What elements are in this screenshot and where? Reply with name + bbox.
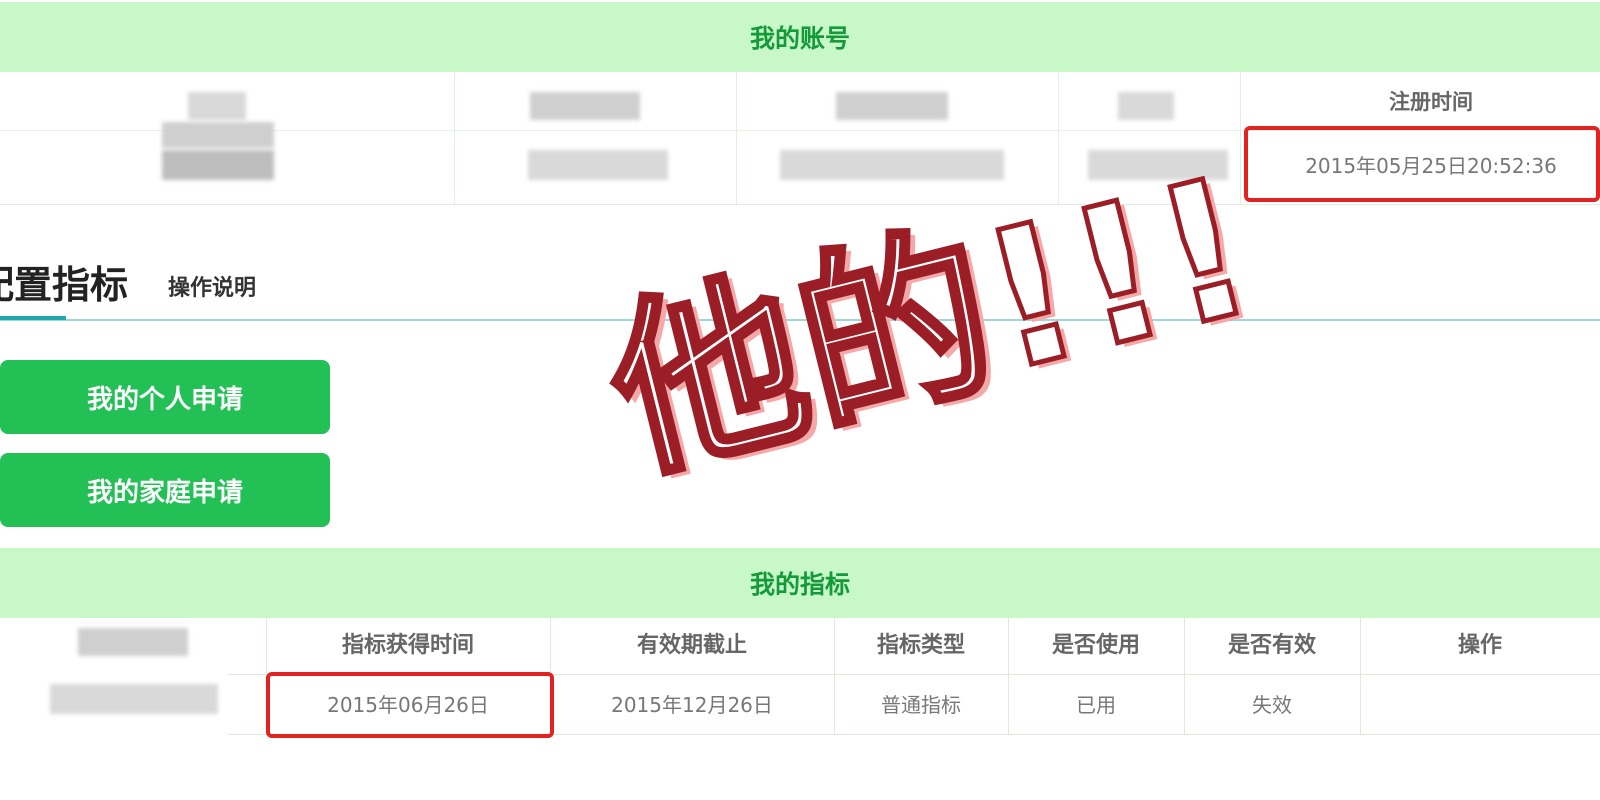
register-time-highlight — [1244, 126, 1600, 202]
account-column-divider — [736, 72, 737, 204]
mosaic-redaction — [78, 628, 188, 656]
mosaic-redaction — [836, 92, 948, 120]
obtained-time-highlight — [266, 672, 554, 738]
cell-actions[interactable] — [1360, 676, 1600, 734]
account-column-divider — [1240, 72, 1241, 204]
active-tab-indicator — [0, 316, 66, 320]
cell-expiry: 2015年12月26日 — [611, 693, 773, 717]
mosaic-redaction — [162, 150, 274, 180]
column-header-expiry: 有效期截止 — [636, 633, 747, 658]
mosaic-redaction — [162, 122, 274, 148]
account-section-header: 我的账号 — [0, 2, 1600, 72]
cell-valid: 失效 — [1252, 693, 1292, 717]
tab-config-quota[interactable]: 配置指标 — [0, 254, 128, 309]
column-header-used: 是否使用 — [1051, 633, 1140, 658]
cell-used: 已用 — [1076, 693, 1116, 717]
column-header-obtained-time: 指标获得时间 — [341, 633, 474, 658]
cell-quota-type: 普通指标 — [881, 693, 961, 717]
tab-instructions[interactable]: 操作说明 — [168, 270, 256, 302]
my-family-application-button[interactable]: 我的家庭申请 — [0, 453, 330, 527]
column-header-actions: 操作 — [1457, 633, 1502, 658]
my-personal-application-button[interactable]: 我的个人申请 — [0, 360, 330, 434]
mosaic-redaction — [528, 150, 668, 180]
quota-section-title: 我的指标 — [749, 570, 850, 599]
account-section-title: 我的账号 — [749, 24, 850, 53]
column-header-quota-type: 指标类型 — [876, 633, 965, 658]
mosaic-redaction — [50, 684, 218, 714]
quota-section-header: 我的指标 — [0, 548, 1600, 618]
register-time-header: 注册时间 — [1389, 90, 1473, 114]
account-column-divider — [454, 72, 455, 204]
column-header-valid: 是否有效 — [1227, 633, 1316, 658]
mosaic-redaction — [530, 92, 640, 120]
mosaic-redaction — [188, 92, 246, 120]
